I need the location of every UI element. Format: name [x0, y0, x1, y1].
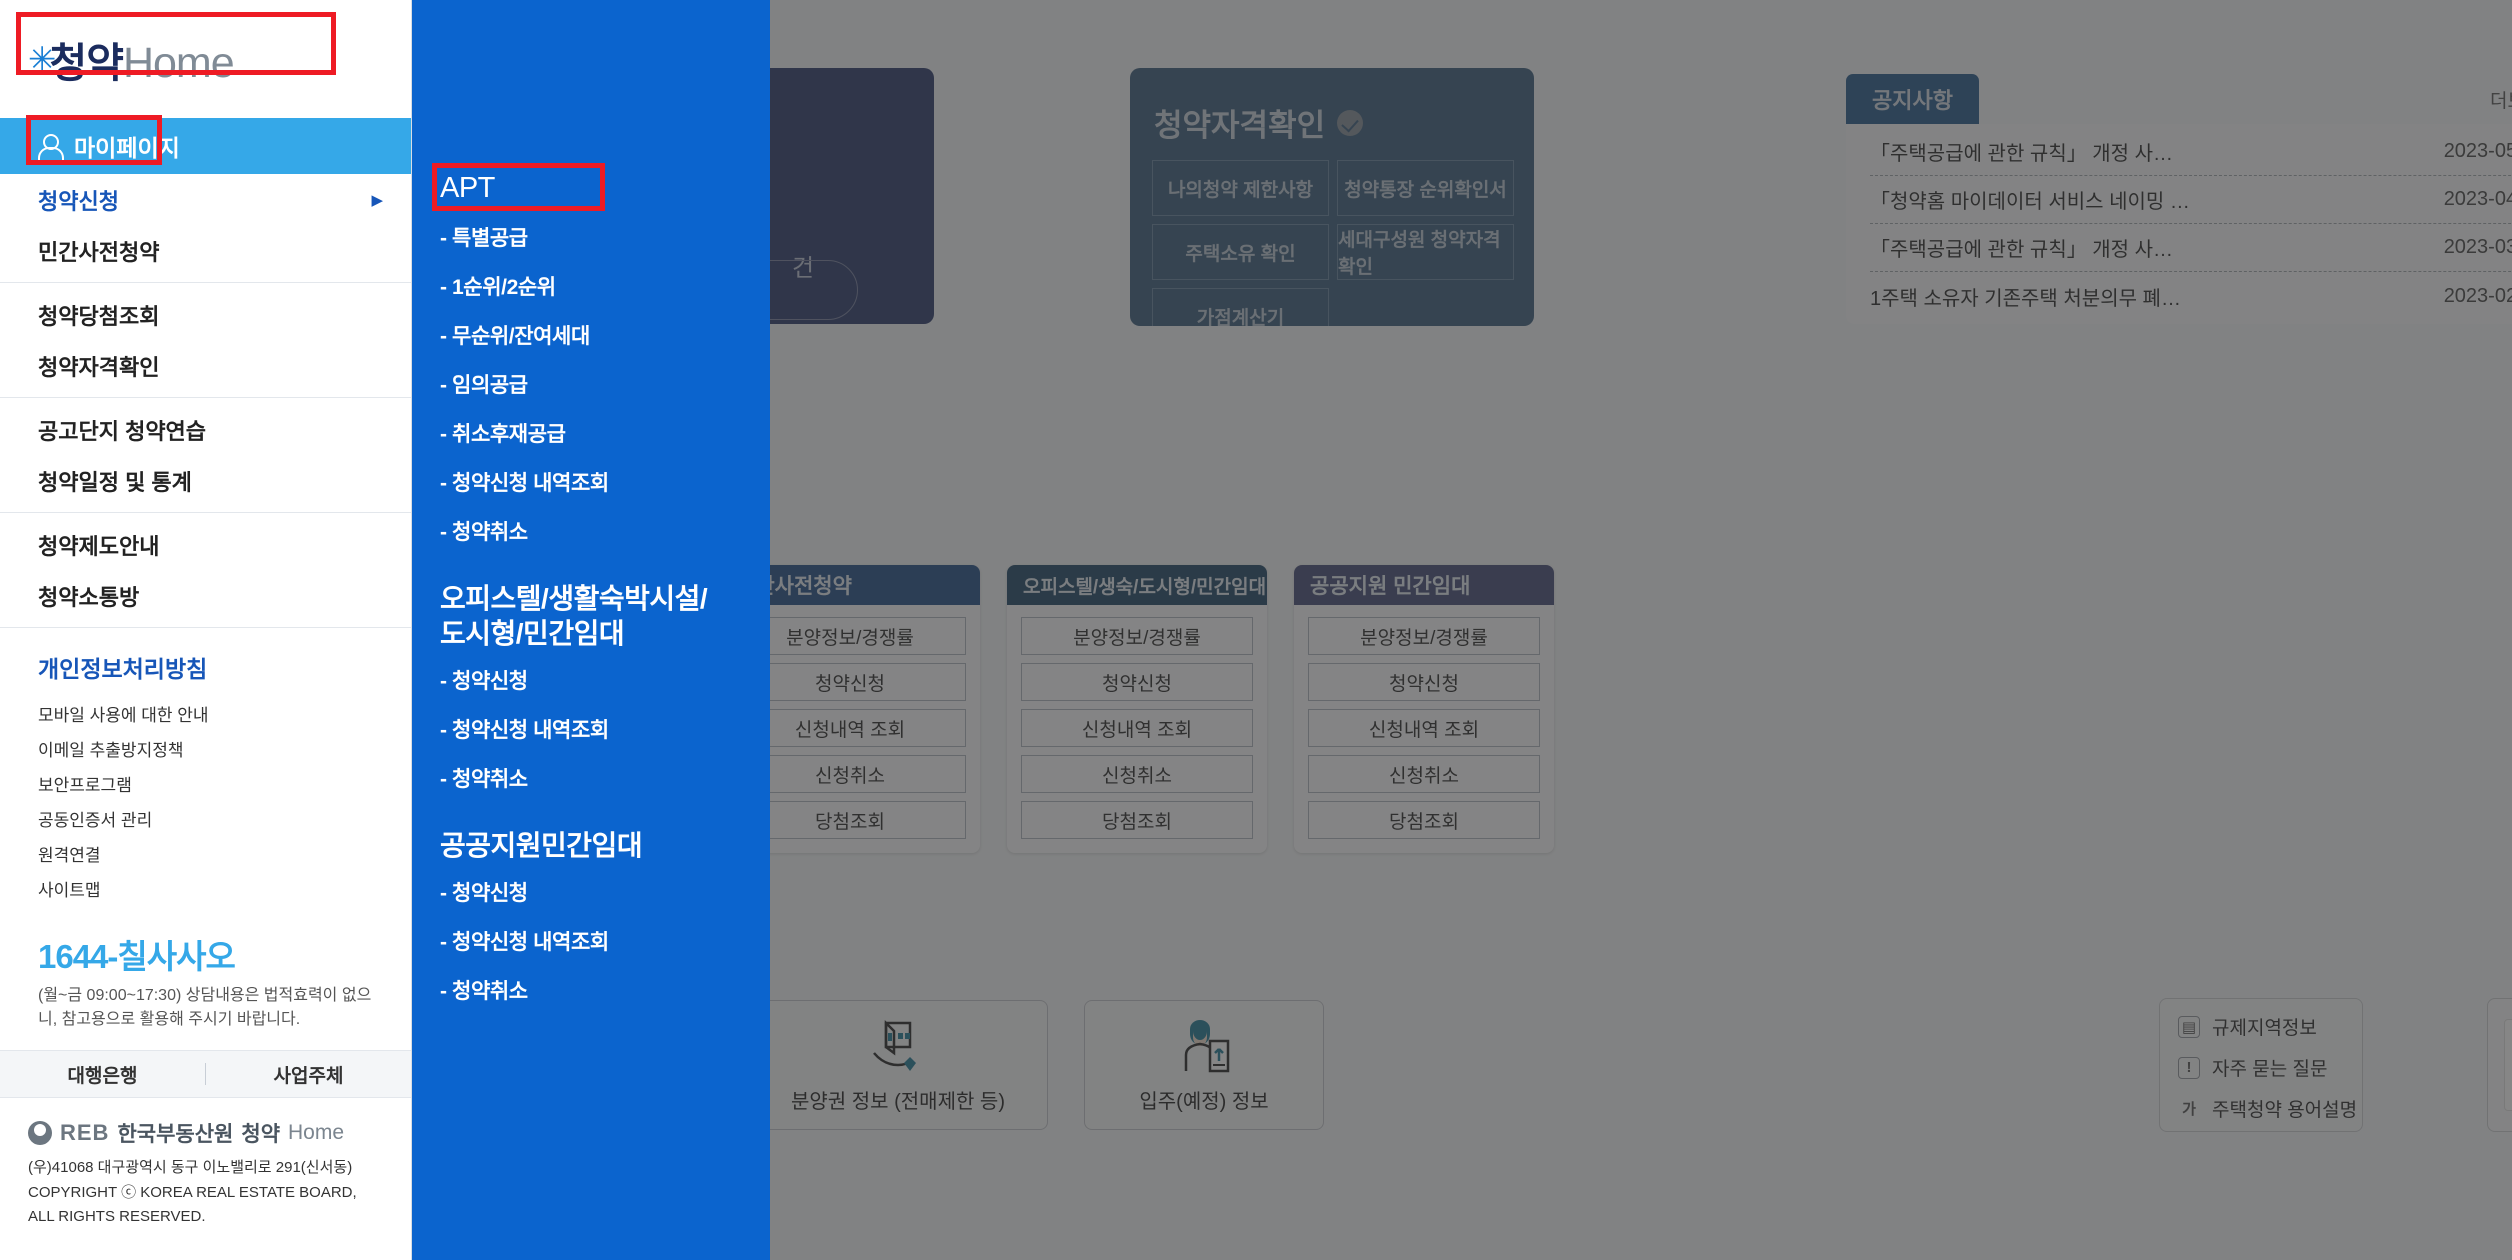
chevron-right-icon: ▶: [371, 191, 383, 209]
footer-brand-ko: 청약: [241, 1123, 281, 1146]
policy-link-mobile[interactable]: 모바일 사용에 대한 안내: [0, 696, 411, 731]
flyout-item-cancel[interactable]: - 청약취소: [440, 516, 770, 546]
sidebar-item-cheongyak-sincheong[interactable]: 청약신청 ▶: [0, 174, 411, 225]
flyout-group-title-officetel: 오피스텔/생활숙박시설/ 도시형/민간임대: [440, 583, 708, 650]
flyout-item-officetel-history[interactable]: - 청약신청 내역조회: [440, 714, 770, 744]
footer-copyright-2: ALL RIGHTS RESERVED.: [28, 1207, 206, 1225]
star-icon: ✳: [28, 41, 56, 79]
sidebar-item-qualification-check[interactable]: 청약자격확인: [0, 340, 411, 391]
sidebar-item-label: 공고단지 청약연습: [38, 418, 207, 444]
sidebar-item-label: 청약일정 및 통계: [38, 469, 192, 495]
reb-korean-name: 한국부동산원: [117, 1123, 234, 1146]
person-icon: [38, 134, 64, 160]
divider: [0, 282, 411, 283]
call-center-note: (월~금 09:00~17:30) 상담내용은 법적효력이 없으니, 참고용으로…: [38, 987, 372, 1028]
flyout-item-public-cancel[interactable]: - 청약취소: [440, 975, 770, 1005]
footer-brand-en: Home: [288, 1121, 345, 1144]
flyout-item-officetel-cancel[interactable]: - 청약취소: [440, 763, 770, 793]
footer-address: (우)41068 대구광역시 동구 이노밸리로 291(신서동): [28, 1159, 353, 1176]
call-center-number: 1644-칠사사오: [0, 906, 411, 984]
flyout-item-resupply-after-cancel[interactable]: - 취소후재공급: [440, 418, 770, 448]
logo-area[interactable]: ✳ 청약 Home: [0, 0, 411, 118]
call-center-prefix: 1644-: [38, 938, 118, 975]
reb-label: REB: [60, 1120, 110, 1145]
footer-button-row: 대행은행 사업주체: [0, 1050, 411, 1098]
flyout-spacer: [440, 565, 770, 581]
footer-logo: REB 한국부동산원 청약 Home: [28, 1118, 391, 1148]
divider: [0, 512, 411, 513]
flyout-item-public-apply[interactable]: - 청약신청: [440, 877, 770, 907]
left-sidebar: ✳ 청약 Home 마이페이지 청약신청 ▶ 민간사전청약 청약당첨조회 청약자…: [0, 0, 412, 1260]
policy-link-email[interactable]: 이메일 추출방지정책: [0, 731, 411, 766]
mypage-label: 마이페이지: [74, 135, 180, 161]
flyout-spacer: [440, 812, 770, 828]
divider: [0, 627, 411, 628]
submenu-flyout: APT - 특별공급 - 1순위/2순위 - 무순위/잔여세대 - 임의공급 -…: [412, 0, 770, 1260]
footer-copyright-1: COPYRIGHT ⓒ KOREA REAL ESTATE BOARD,: [28, 1184, 357, 1202]
sidebar-item-label: 청약제도안내: [38, 533, 160, 559]
sidebar-item-community[interactable]: 청약소통방: [0, 570, 411, 621]
sidebar-item-label: 청약당첨조회: [38, 303, 160, 329]
flyout-item-arbitrary-supply[interactable]: - 임의공급: [440, 369, 770, 399]
flyout-item-application-history[interactable]: - 청약신청 내역조회: [440, 467, 770, 497]
sidebar-item-system-guide[interactable]: 청약제도안내: [0, 519, 411, 570]
site-logo[interactable]: ✳ 청약 Home: [28, 29, 235, 89]
policy-link-certificate[interactable]: 공동인증서 관리: [0, 801, 411, 836]
sidebar-item-label: 청약자격확인: [38, 354, 160, 380]
policy-link-remote[interactable]: 원격연결: [0, 836, 411, 871]
flyout-group-title-apt: APT: [440, 172, 495, 204]
sidebar-item-label: 청약신청: [38, 188, 119, 214]
sidebar-item-practice[interactable]: 공고단지 청약연습: [0, 404, 411, 455]
sidebar-item-mypage[interactable]: 마이페이지: [0, 118, 411, 174]
divider: [0, 397, 411, 398]
logo-en: Home: [122, 39, 235, 87]
sidebar-item-label: 청약소통방: [38, 584, 140, 610]
flyout-item-special-supply[interactable]: - 특별공급: [440, 222, 770, 252]
business-owner-button[interactable]: 사업주체: [206, 1061, 411, 1088]
sidebar-item-label: 민간사전청약: [38, 239, 160, 265]
policy-link-security[interactable]: 보안프로그램: [0, 766, 411, 801]
sidebar-item-winner-lookup[interactable]: 청약당첨조회: [0, 289, 411, 340]
flyout-item-rank1-rank2[interactable]: - 1순위/2순위: [440, 271, 770, 301]
sidebar-item-schedule-stats[interactable]: 청약일정 및 통계: [0, 455, 411, 506]
sidebar-item-mingan-presale[interactable]: 민간사전청약: [0, 225, 411, 276]
flyout-group-title-public-rental: 공공지원민간임대: [440, 830, 643, 862]
logo-ko: 청약: [49, 40, 124, 86]
policy-link-sitemap[interactable]: 사이트맵: [0, 871, 411, 906]
footer: REB 한국부동산원 청약 Home (우)41068 대구광역시 동구 이노밸리…: [0, 1098, 411, 1228]
flyout-item-public-history[interactable]: - 청약신청 내역조회: [440, 926, 770, 956]
flyout-item-unranked[interactable]: - 무순위/잔여세대: [440, 320, 770, 350]
flyout-item-officetel-apply[interactable]: - 청약신청: [440, 665, 770, 695]
reb-mark-icon: [28, 1121, 52, 1145]
call-center-suffix: 칠사사오: [117, 938, 235, 975]
agent-bank-button[interactable]: 대행은행: [0, 1061, 205, 1088]
screen: 당첨자발표 3 건 청약알리미 청약자격확인 나의청약 제한사항 청약통장 순위…: [0, 0, 2512, 1260]
privacy-policy-link[interactable]: 개인정보처리방침: [0, 634, 411, 696]
